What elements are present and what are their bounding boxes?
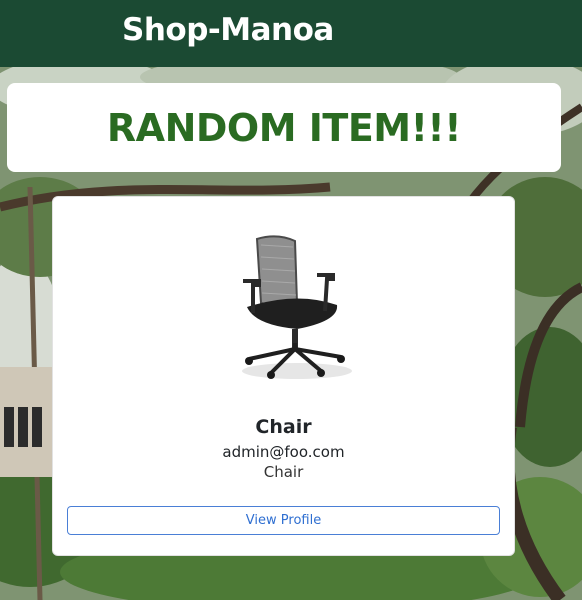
item-name: Chair (255, 416, 312, 438)
title-banner: RANDOM ITEM!!! (7, 83, 561, 172)
brand-link[interactable]: Shop-Manoa (122, 12, 334, 48)
item-card: Chair admin@foo.com Chair View Profile (52, 196, 515, 556)
item-description: Chair (263, 463, 304, 481)
office-chair-icon (242, 235, 352, 379)
view-profile-button[interactable]: View Profile (67, 506, 500, 535)
top-navbar: Shop-Manoa (0, 0, 582, 67)
item-owner-email: admin@foo.com (222, 443, 345, 461)
page-title: RANDOM ITEM!!! (106, 105, 462, 150)
chair-image (237, 233, 357, 383)
